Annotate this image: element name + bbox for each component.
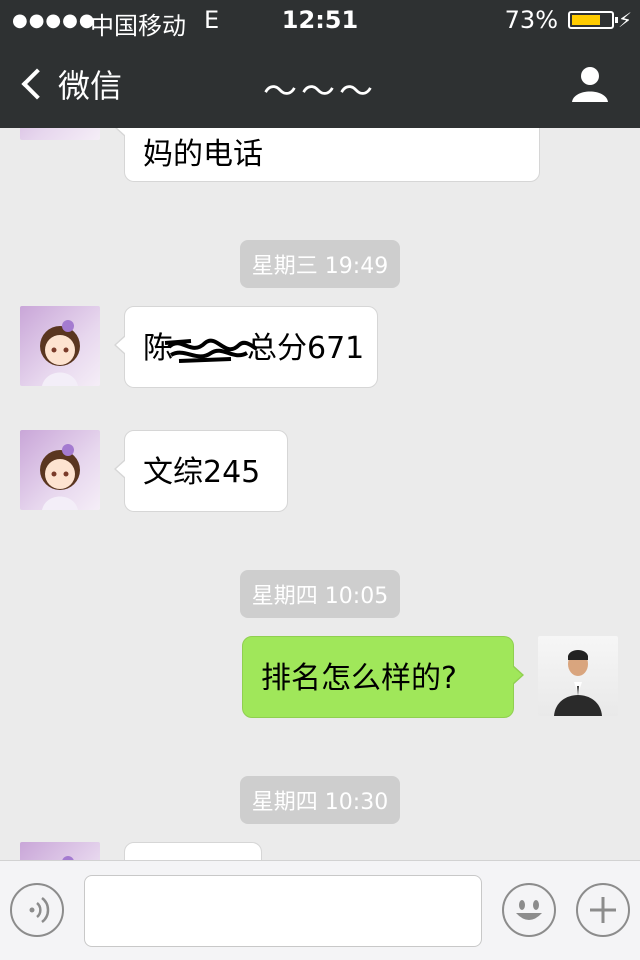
battery-icon: [568, 11, 618, 29]
message-text: 文综245: [143, 455, 261, 490]
redaction-scribble: [164, 338, 259, 363]
message-bubble-received[interactable]: [124, 842, 262, 860]
navigation-bar: 微信 ～～～: [0, 40, 640, 128]
chat-area[interactable]: 妈的电话 星期三 19:49 陈总分671 文综245 星期四 10:05 排名…: [0, 128, 640, 860]
message-input[interactable]: [84, 875, 482, 947]
plus-button[interactable]: [576, 883, 630, 937]
voice-icon: [29, 897, 50, 923]
emoji-icon: [516, 900, 542, 920]
contact-avatar[interactable]: [20, 306, 100, 386]
message-text: 妈的电话: [143, 137, 263, 172]
contact-avatar[interactable]: [20, 430, 100, 510]
input-bar: [0, 860, 640, 960]
contact-avatar[interactable]: [20, 842, 100, 860]
battery-fill: [572, 15, 600, 25]
chat-title: ～～～: [263, 72, 377, 112]
message-bubble-received[interactable]: 妈的电话: [114, 128, 540, 182]
battery-percent: 73%: [504, 6, 558, 34]
avatar-girl-icon: [40, 320, 80, 386]
timestamp-label: 星期四 10:05: [239, 570, 401, 618]
timestamp: 星期四 10:05: [0, 570, 640, 618]
avatar-girl-icon: [40, 444, 80, 510]
charging-icon: ⚡: [617, 8, 632, 32]
voice-button[interactable]: [10, 883, 64, 937]
timestamp: 星期三 19:49: [0, 240, 640, 288]
avatar-man-icon: [554, 650, 602, 716]
message-text: 排名怎么样的?: [261, 661, 457, 696]
message-bubble-received[interactable]: 文综245: [114, 430, 288, 512]
emoji-button[interactable]: [502, 883, 556, 937]
plus-icon: [590, 897, 616, 923]
contact-avatar[interactable]: [20, 128, 100, 140]
person-icon[interactable]: [570, 64, 610, 104]
my-avatar[interactable]: [538, 636, 618, 716]
avatar-girl-icon: [62, 856, 74, 860]
status-bar: ●●●●● 中国移动 E 12:51 73% ⚡: [0, 0, 640, 40]
message-bubble-sent[interactable]: 排名怎么样的?: [242, 636, 524, 718]
timestamp: 星期四 10:30: [0, 776, 640, 824]
timestamp-label: 星期三 19:49: [239, 240, 401, 288]
message-text: 总分671: [247, 331, 365, 366]
timestamp-label: 星期四 10:30: [239, 776, 401, 824]
message-bubble-received[interactable]: 陈总分671: [114, 306, 378, 388]
